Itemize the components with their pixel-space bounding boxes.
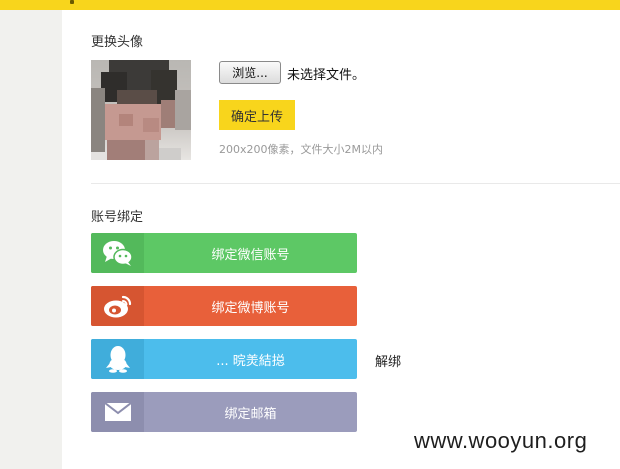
bind-wechat-label: 绑定微信账号 <box>211 247 290 263</box>
upload-button[interactable]: 确定上传 <box>219 100 295 130</box>
upload-hint: 200x200像素，文件大小2M以内 <box>219 143 383 156</box>
bind-email-button[interactable]: 绑定邮箱 <box>91 392 357 432</box>
top-bar <box>0 0 620 10</box>
file-status-text: 未选择文件。 <box>287 68 366 83</box>
bind-weibo-label: 绑定微博账号 <box>211 300 290 316</box>
bind-email-label: 绑定邮箱 <box>224 406 277 422</box>
mail-icon <box>91 392 144 432</box>
bind-qq-label: ... 晥羙結搃 <box>216 353 285 369</box>
bind-wechat-button[interactable]: 绑定微信账号 <box>91 233 357 273</box>
weibo-icon <box>91 286 144 326</box>
bind-qq-button[interactable]: ... 晥羙結搃 <box>91 339 357 379</box>
avatar-section-title: 更换头像 <box>91 35 144 50</box>
avatar <box>91 60 191 160</box>
wechat-icon <box>91 233 144 273</box>
watermark: www.wooyun.org <box>414 428 588 453</box>
section-divider <box>91 183 620 184</box>
left-gutter <box>0 10 62 469</box>
browse-button[interactable]: 浏览... <box>219 61 281 84</box>
qq-icon <box>91 339 144 379</box>
unbind-link[interactable]: 解绑 <box>375 351 401 370</box>
binding-section-title: 账号绑定 <box>91 210 144 225</box>
bind-weibo-button[interactable]: 绑定微博账号 <box>91 286 357 326</box>
top-bar-mark <box>70 0 74 4</box>
